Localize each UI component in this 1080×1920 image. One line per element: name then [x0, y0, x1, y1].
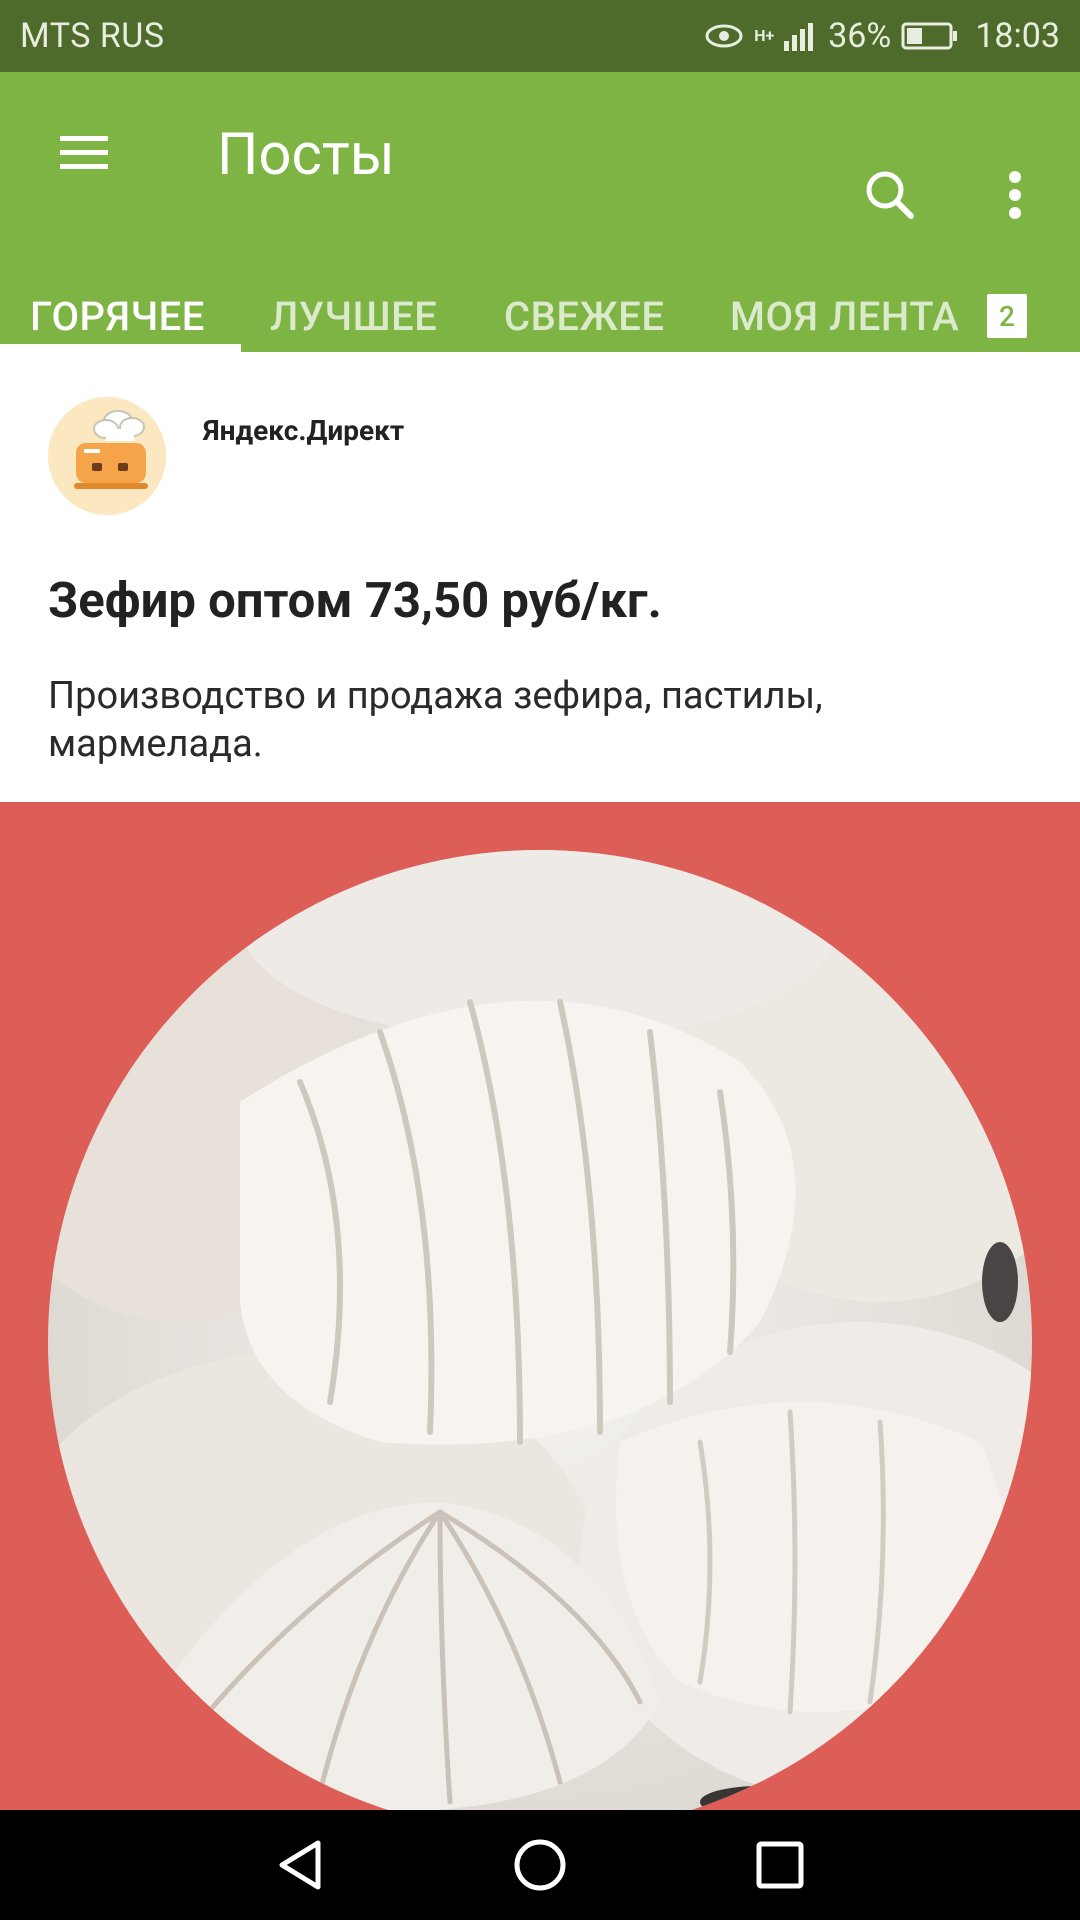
- clock: 18:03: [975, 16, 1060, 56]
- ad-image[interactable]: [0, 802, 1080, 1810]
- feed-content[interactable]: Яндекс.Директ Зефир оптом 73,50 руб/кг. …: [0, 352, 1080, 1810]
- back-button[interactable]: [255, 1830, 345, 1900]
- post-headline[interactable]: Зефир оптом 73,50 руб/кг.: [48, 572, 1038, 629]
- more-vert-icon: [1009, 171, 1021, 219]
- tab-label: ГОРЯЧЕЕ: [30, 292, 205, 340]
- chef-toaster-icon: [48, 397, 166, 515]
- carrier-name: MTS RUS: [20, 16, 165, 56]
- avatar[interactable]: [48, 397, 166, 515]
- battery-percent: 36%: [828, 16, 892, 56]
- post-description: Производство и продажа зефира, пастилы, …: [48, 674, 823, 766]
- marshmallow-image: [48, 850, 1032, 1810]
- tab-hot[interactable]: ГОРЯЧЕЕ: [30, 280, 205, 352]
- tab-label: СВЕЖЕЕ: [504, 292, 665, 340]
- tab-bar: ГОРЯЧЕЕ ЛУЧШЕЕ СВЕЖЕЕ МОЯ ЛЕНТА 2: [0, 280, 1080, 352]
- menu-button[interactable]: [50, 118, 120, 188]
- post-author[interactable]: Яндекс.Директ: [203, 414, 404, 447]
- recents-icon: [756, 1841, 804, 1889]
- battery-icon: [901, 21, 959, 51]
- toolbar: Посты: [0, 72, 1080, 242]
- recents-button[interactable]: [735, 1830, 825, 1900]
- status-icons: H+ 36% 18:03: [704, 16, 1060, 56]
- search-button[interactable]: [855, 160, 925, 230]
- tab-label: ЛУЧШЕЕ: [270, 292, 438, 340]
- home-button[interactable]: [495, 1830, 585, 1900]
- page-title: Посты: [217, 121, 395, 189]
- tab-my-feed[interactable]: МОЯ ЛЕНТА 2: [730, 280, 1028, 352]
- tab-best[interactable]: ЛУЧШЕЕ: [270, 280, 437, 352]
- network-type: H+: [754, 26, 775, 45]
- home-icon: [514, 1839, 566, 1891]
- unread-count-badge: 2: [987, 294, 1028, 338]
- back-icon: [279, 1840, 321, 1890]
- tab-fresh[interactable]: СВЕЖЕЕ: [504, 280, 664, 352]
- eye-icon: [704, 21, 744, 51]
- tab-indicator: [0, 344, 241, 352]
- tab-label: МОЯ ЛЕНТА: [730, 292, 960, 340]
- signal-icon: [784, 21, 818, 51]
- app-bar: Посты ГОРЯЧЕЕ ЛУЧШЕЕ СВЕЖЕЕ МОЯ ЛЕНТА 2: [0, 72, 1080, 352]
- more-options-button[interactable]: [980, 160, 1050, 230]
- navigation-bar: [0, 1810, 1080, 1920]
- search-icon: [866, 171, 914, 219]
- status-bar: MTS RUS H+ 36% 18:03: [0, 0, 1080, 72]
- menu-icon: [60, 136, 108, 169]
